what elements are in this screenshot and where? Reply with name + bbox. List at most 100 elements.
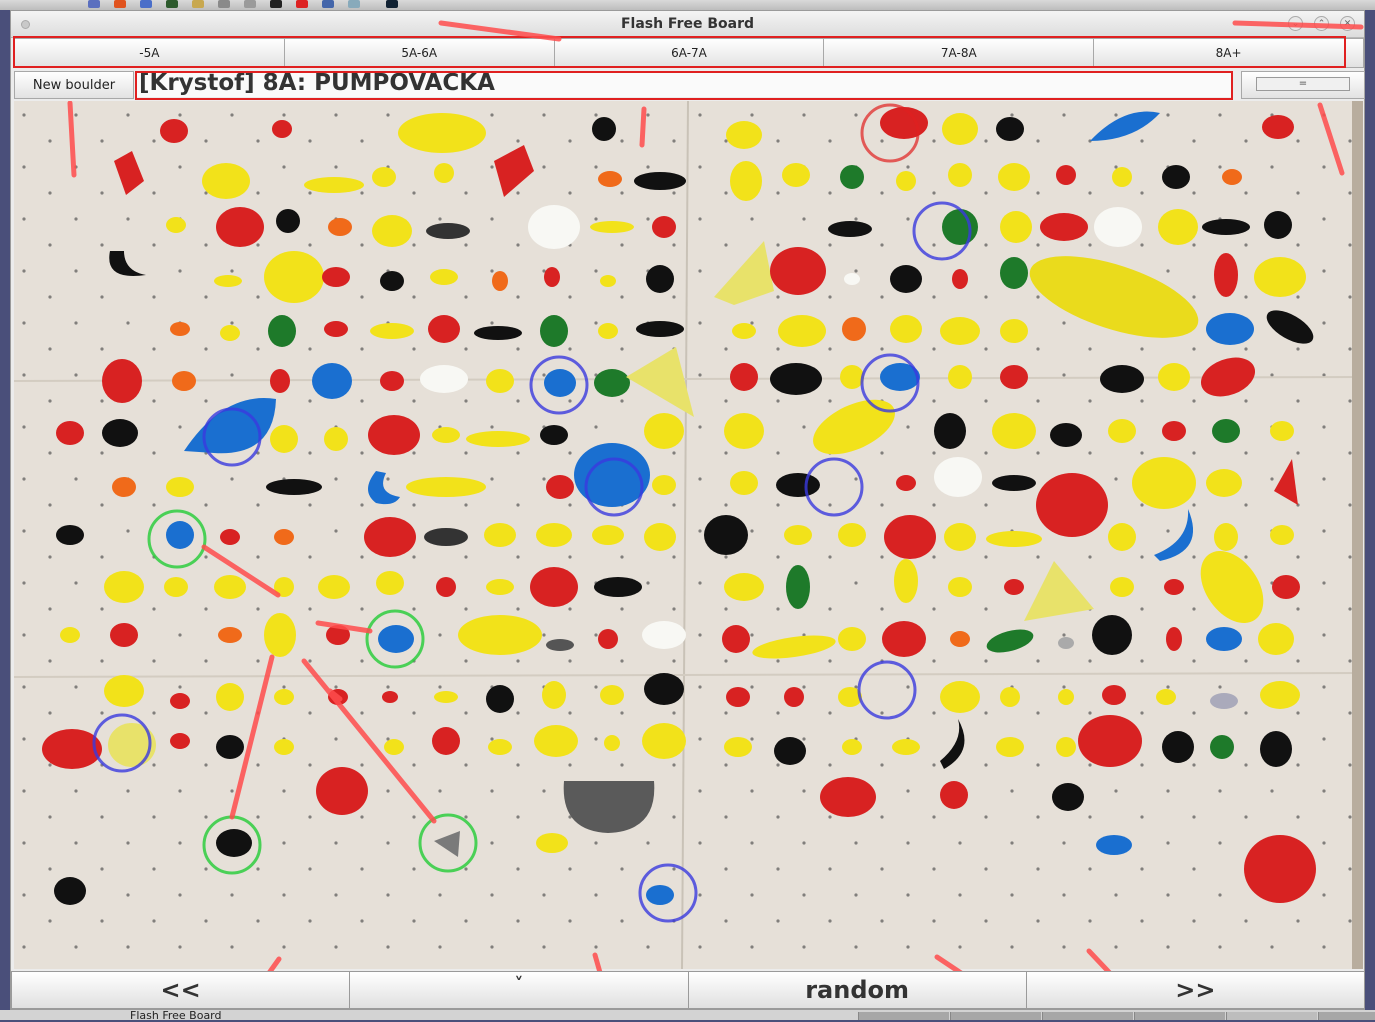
climbing-hold <box>1210 693 1238 709</box>
terminal-icon[interactable] <box>166 0 178 8</box>
climbing-hold <box>380 271 404 291</box>
boulder-name-field[interactable]: [Krystof] 8A: PUMPOVACKA <box>137 71 1233 97</box>
climbing-hold <box>166 521 194 549</box>
climbing-hold <box>820 777 876 817</box>
blue-app-icon[interactable] <box>322 0 334 8</box>
taskbar-item-label[interactable]: Flash Free Board <box>130 1009 222 1022</box>
climbing-hold <box>724 573 764 601</box>
taskbar-item[interactable] <box>1134 1012 1225 1020</box>
climbing-hold <box>732 323 756 339</box>
grade-filter-1[interactable]: 5A-6A <box>283 38 555 68</box>
climbing-hold <box>172 371 196 391</box>
menu-button[interactable]: = <box>1241 71 1365 99</box>
climbing-hold <box>1108 419 1136 443</box>
climbing-hold <box>590 221 634 233</box>
climbing-hold <box>880 107 928 139</box>
image-app-icon[interactable] <box>348 0 360 8</box>
climbing-hold <box>1000 365 1028 389</box>
climbing-hold <box>216 207 264 247</box>
close-icon[interactable]: ✕ <box>1340 16 1355 31</box>
climbing-hold <box>436 577 456 597</box>
climbing-hold <box>102 419 138 447</box>
climbing-hold <box>322 267 350 287</box>
screen-icon[interactable] <box>270 0 282 8</box>
climbing-hold <box>420 365 468 393</box>
taskbar-item[interactable] <box>858 1012 949 1020</box>
document-icon[interactable] <box>244 0 256 8</box>
climbing-hold <box>592 117 616 141</box>
climbing-hold <box>1094 207 1142 247</box>
climbing-hold <box>1222 169 1242 185</box>
taskbar-item[interactable] <box>1318 1012 1375 1020</box>
taskbar-item[interactable] <box>1226 1012 1317 1020</box>
taskbar-item[interactable] <box>950 1012 1041 1020</box>
climbing-hold <box>432 427 460 443</box>
climbing-hold <box>274 529 294 545</box>
climbing-hold <box>730 363 758 391</box>
editor-icon[interactable] <box>192 0 204 8</box>
climbing-hold <box>536 523 572 547</box>
maximize-icon[interactable]: ⌃ <box>1314 16 1329 31</box>
climbing-hold <box>594 577 642 597</box>
climbing-hold <box>636 321 684 337</box>
dark-app-icon[interactable] <box>386 0 398 8</box>
climbing-hold <box>1050 423 1082 447</box>
climbing-hold <box>274 739 294 755</box>
climbing-hold <box>644 673 684 705</box>
climbing-hold <box>546 639 574 651</box>
grade-filter-3[interactable]: 7A-8A <box>823 38 1095 68</box>
climbing-hold <box>892 739 920 755</box>
climbing-hold <box>600 275 616 287</box>
grade-filter-0[interactable]: -5A <box>14 38 285 68</box>
climbing-hold <box>1132 457 1196 509</box>
climbing-hold <box>216 683 244 711</box>
climbing-hold <box>536 833 568 853</box>
title-bar[interactable]: Flash Free Board ⌄ ⌃ ✕ <box>11 11 1364 38</box>
climbing-hold <box>644 523 676 551</box>
climbing-hold <box>1058 637 1074 649</box>
climbing-hold <box>1096 835 1132 855</box>
climbing-hold <box>216 829 252 857</box>
climbing-hold <box>1254 257 1306 297</box>
desktop-top-panel <box>0 0 1375 10</box>
red-app-icon[interactable] <box>296 0 308 8</box>
climbing-hold <box>730 471 758 495</box>
climbing-hold <box>170 322 190 336</box>
new-boulder-button[interactable]: New boulder <box>14 71 134 99</box>
climbing-hold <box>1162 165 1190 189</box>
grade-filter-2[interactable]: 6A-7A <box>553 38 825 68</box>
climbing-hold <box>220 325 240 341</box>
grade-filter-4[interactable]: 8A+ <box>1093 38 1364 68</box>
climbing-hold <box>1156 689 1176 705</box>
previous-boulder-button[interactable]: << <box>11 971 351 1009</box>
next-boulder-button[interactable]: >> <box>1025 971 1365 1009</box>
climbing-hold <box>778 315 826 347</box>
firefox-icon[interactable] <box>114 0 126 8</box>
climbing-hold <box>112 477 136 497</box>
minimize-icon[interactable]: ⌄ <box>1288 16 1303 31</box>
climbing-hold <box>1202 219 1250 235</box>
climbing-hold <box>952 269 968 289</box>
cube-icon[interactable] <box>140 0 152 8</box>
collapse-down-button[interactable]: ˅ <box>349 971 689 1009</box>
climbing-hold <box>844 273 860 285</box>
climbing-hold <box>270 425 298 453</box>
climbing-hold <box>724 737 752 757</box>
climbing-hold <box>942 209 978 245</box>
climbing-hold <box>1206 627 1242 651</box>
app-window: Flash Free Board ⌄ ⌃ ✕ -5A 5A-6A 6A-7A 7… <box>10 10 1365 1010</box>
app-launcher-icon[interactable] <box>88 0 100 8</box>
monitor-icon[interactable] <box>218 0 230 8</box>
climbing-hold <box>304 177 364 193</box>
climbing-hold <box>948 577 972 597</box>
climbing-hold <box>406 477 486 497</box>
climbing-hold <box>426 223 470 239</box>
climbing-hold <box>786 565 810 609</box>
climbing-wall-image[interactable] <box>14 101 1363 969</box>
climbing-hold <box>1100 365 1144 393</box>
random-boulder-button[interactable]: random <box>687 971 1027 1009</box>
taskbar-item[interactable] <box>1042 1012 1133 1020</box>
climbing-hold <box>594 369 630 397</box>
climbing-hold <box>726 687 750 707</box>
wall-svg <box>14 101 1363 969</box>
